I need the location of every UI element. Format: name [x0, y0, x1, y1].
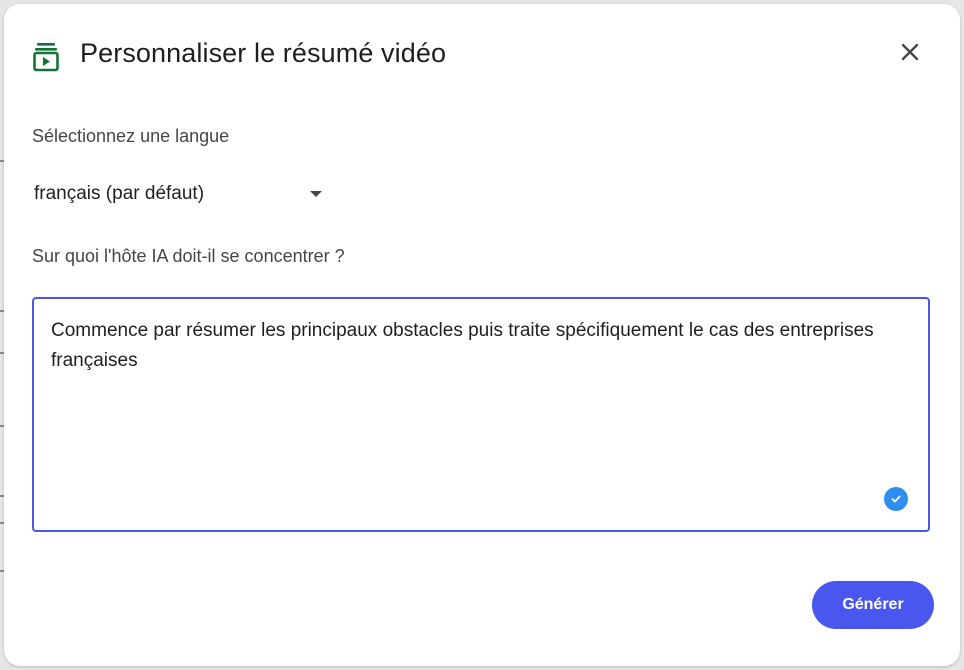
video-summary-icon: [33, 42, 59, 72]
language-label: Sélectionnez une langue: [32, 126, 230, 146]
language-select[interactable]: français (par défaut): [32, 176, 332, 212]
chevron-down-icon: [310, 191, 322, 197]
focus-textarea-value: Commence par résumer les principaux obst…: [51, 320, 874, 371]
generate-button[interactable]: Générer: [812, 581, 934, 629]
focus-label: Sur quoi l'hôte IA doit-il se concentrer…: [32, 246, 345, 266]
language-selected-value: français (par défaut): [34, 183, 205, 204]
checkmark-icon: [884, 487, 908, 511]
dialog-title: Personnaliser le résumé vidéo: [80, 38, 447, 68]
customize-video-summary-dialog: Personnaliser le résumé vidéo Sélectionn…: [4, 4, 960, 666]
close-icon: [900, 42, 920, 67]
close-button[interactable]: [892, 36, 928, 72]
focus-textarea[interactable]: Commence par résumer les principaux obst…: [32, 297, 930, 532]
